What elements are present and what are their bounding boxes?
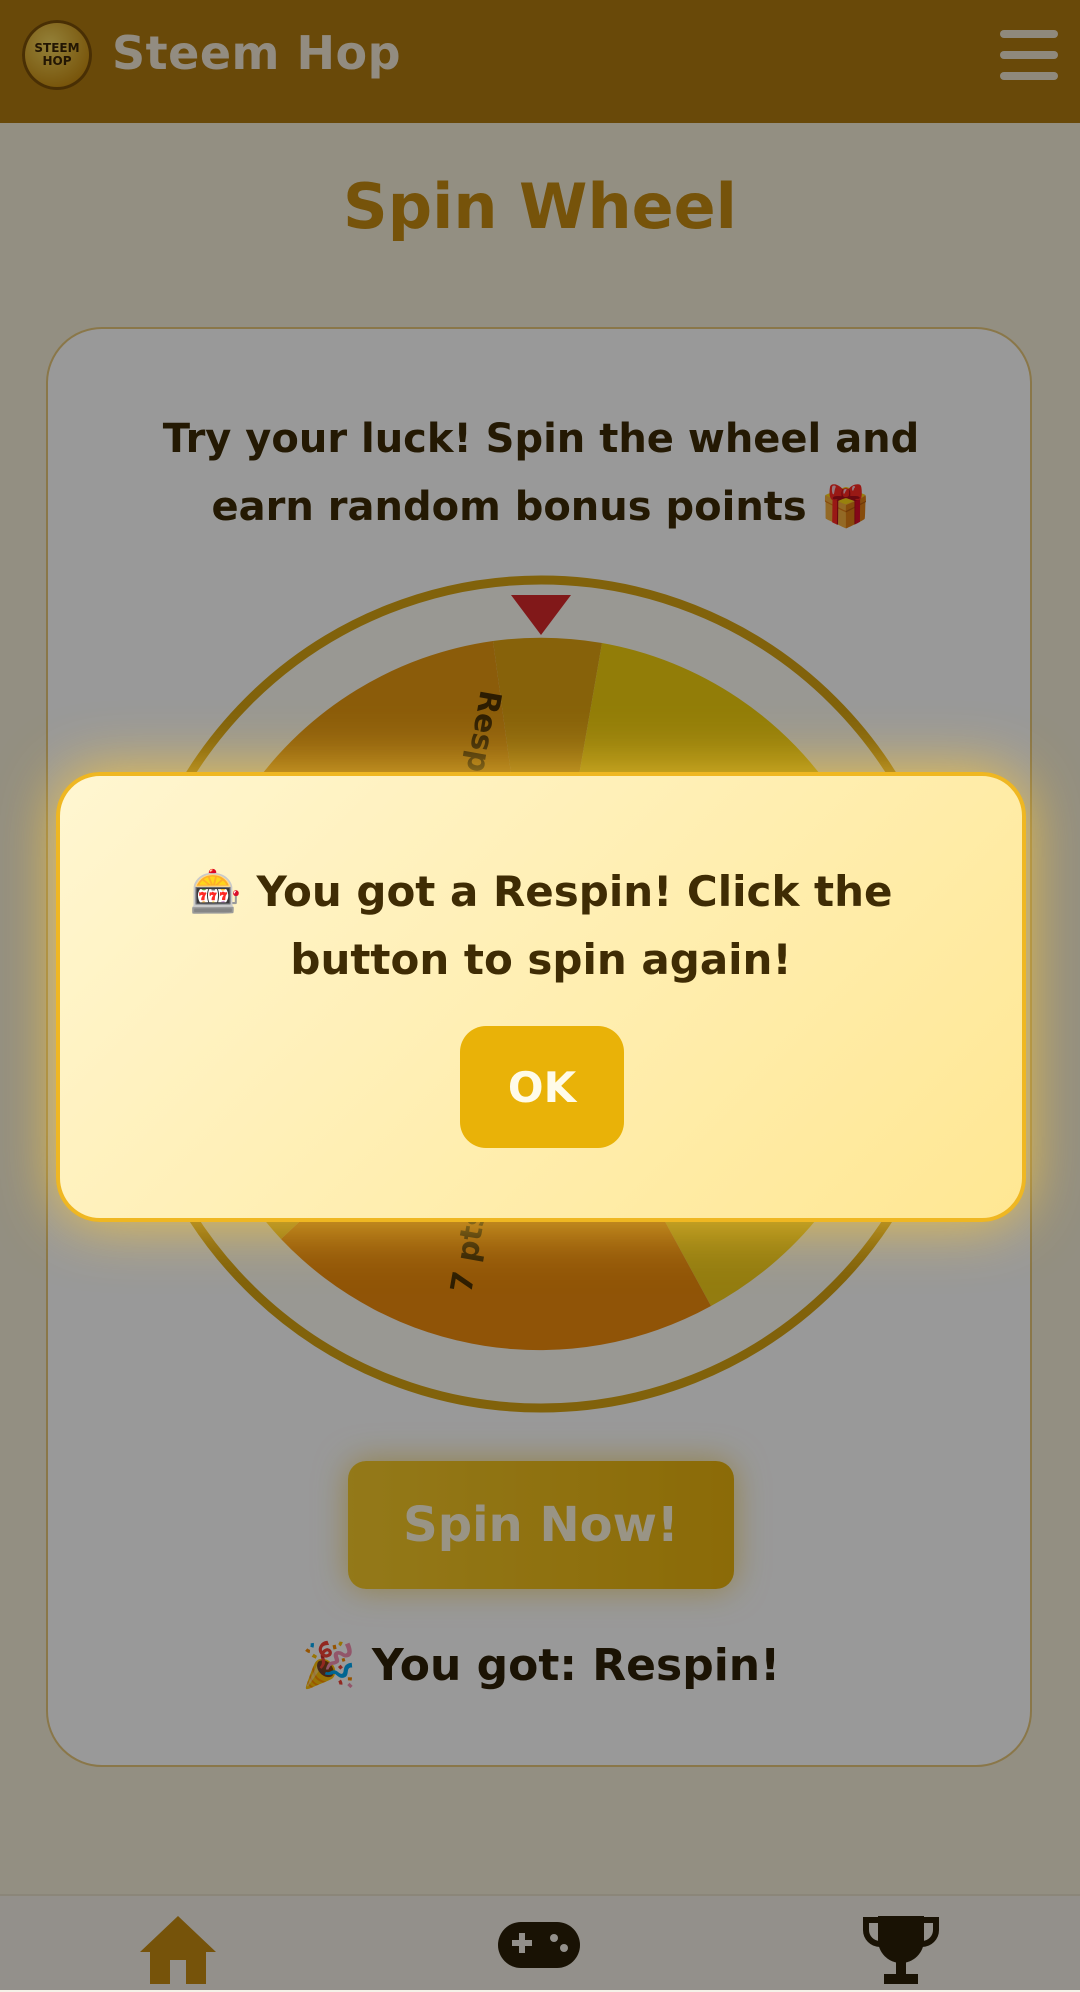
dialog-message: 🎰 You got a Respin! Click the button to …	[189, 867, 893, 984]
ok-button[interactable]: OK	[460, 1026, 624, 1148]
respin-dialog: 🎰 You got a Respin! Click the button to …	[56, 772, 1026, 1222]
